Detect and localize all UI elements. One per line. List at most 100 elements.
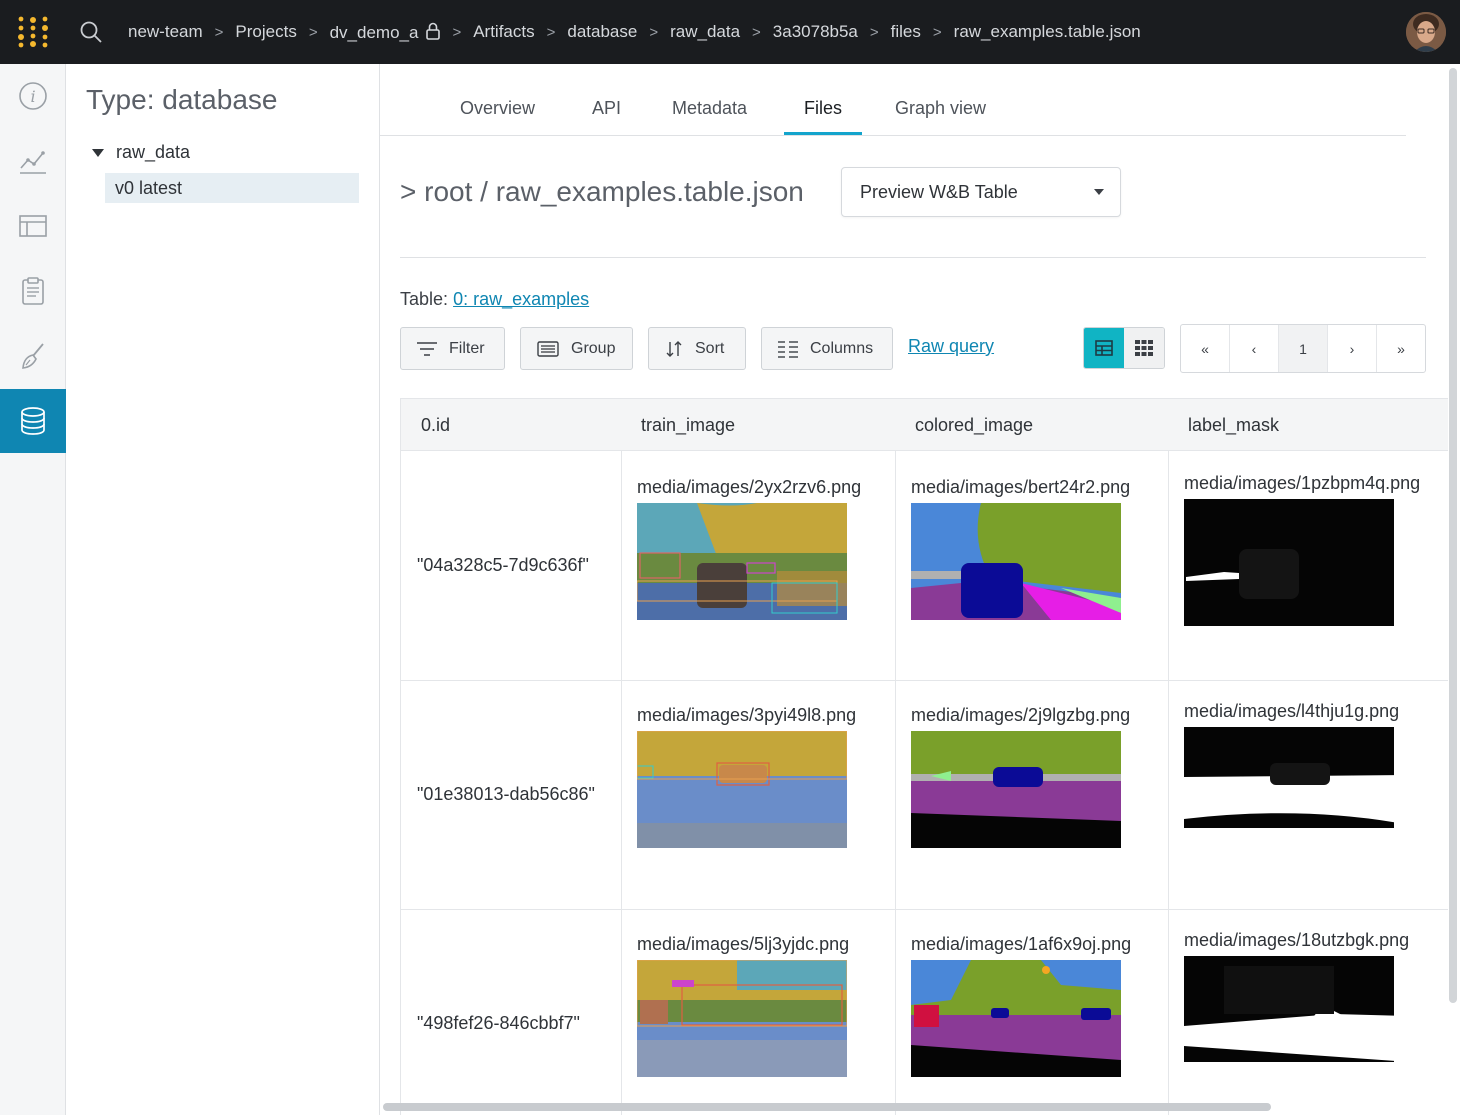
table-view-button[interactable] — [1084, 328, 1124, 368]
database-icon — [21, 407, 45, 435]
train-image-thumbnail[interactable] — [637, 503, 847, 620]
breadcrumb-files[interactable]: files — [891, 22, 921, 42]
street-scene-annotated-image — [637, 503, 847, 620]
grid-view-button[interactable] — [1124, 328, 1164, 368]
cell-id: "04a328c5-7d9c636f" — [417, 555, 589, 575]
column-header-colored-image[interactable]: colored_image — [915, 415, 1033, 436]
group-button[interactable]: Group — [520, 327, 633, 370]
file-path-title: > root / raw_examples.table.json — [400, 176, 804, 207]
rail-sweeps[interactable] — [0, 324, 66, 388]
row-divider — [401, 909, 1448, 910]
columns-button[interactable]: Columns — [761, 327, 893, 370]
column-divider — [621, 451, 622, 1115]
breadcrumb-project[interactable]: dv_demo_a — [330, 22, 441, 43]
chart-line-icon — [20, 151, 46, 174]
colored-image-thumbnail[interactable] — [911, 503, 1121, 620]
caret-down-icon[interactable] — [92, 148, 104, 157]
colored-image-thumbnail[interactable] — [911, 731, 1121, 848]
table-icon — [19, 215, 47, 237]
column-header-train-image[interactable]: train_image — [641, 415, 735, 436]
table-label-prefix: Table: — [400, 289, 449, 309]
wandb-logo-icon[interactable] — [16, 15, 50, 49]
next-page-button[interactable]: › — [1328, 325, 1377, 372]
active-tab-indicator — [784, 132, 862, 135]
main-content: Overview API Metadata Files Graph view >… — [380, 64, 1448, 1115]
sort-label: Sort — [695, 339, 725, 357]
breadcrumb-projects[interactable]: Projects — [235, 22, 296, 42]
columns-label: Columns — [810, 339, 874, 357]
column-header-label-mask[interactable]: label_mask — [1188, 415, 1279, 436]
rail-tables[interactable] — [0, 194, 66, 258]
vertical-scrollbar[interactable] — [1449, 68, 1457, 1003]
preview-mode-select[interactable]: Preview W&B Table — [841, 167, 1121, 217]
chevron-right-icon: > — [869, 23, 879, 41]
group-label: Group — [571, 339, 616, 357]
label-mask-image — [1184, 956, 1394, 1062]
tab-metadata[interactable]: Metadata — [672, 98, 747, 119]
tree-title: Type: database — [86, 84, 278, 115]
filter-button[interactable]: Filter — [400, 327, 505, 370]
label-mask-thumbnail[interactable] — [1184, 956, 1394, 1062]
breadcrumb-artifact-type[interactable]: database — [567, 22, 637, 42]
street-scene-annotated-image — [637, 731, 847, 848]
divider — [400, 257, 1426, 258]
last-page-button[interactable]: » — [1377, 325, 1425, 372]
breadcrumb-file[interactable]: raw_examples.table.json — [954, 22, 1141, 42]
table-label: Table: 0: raw_examples — [400, 289, 589, 310]
tree-node-raw-data[interactable]: raw_data — [92, 142, 190, 163]
rail-reports[interactable] — [0, 259, 66, 323]
cell-train-image-path: media/images/2yx2rzv6.png — [637, 477, 862, 497]
chevron-right-icon: > — [452, 23, 462, 41]
chevron-right-icon: > — [649, 23, 659, 41]
train-image-thumbnail[interactable] — [637, 960, 847, 1077]
raw-query-link[interactable]: Raw query — [908, 336, 994, 357]
cell-id: "01e38013-dab56c86" — [417, 784, 595, 804]
label-mask-thumbnail[interactable] — [1184, 727, 1394, 828]
tab-overview[interactable]: Overview — [460, 98, 535, 119]
breadcrumb-team[interactable]: new-team — [128, 22, 203, 42]
columns-icon — [778, 340, 798, 358]
train-image-thumbnail[interactable] — [637, 731, 847, 848]
info-icon: i — [19, 82, 47, 110]
tab-files[interactable]: Files — [804, 98, 842, 119]
avatar-portrait-icon — [1406, 12, 1446, 52]
table-header: 0.id train_image colored_image label_mas… — [401, 399, 1448, 451]
filter-label: Filter — [449, 339, 485, 357]
cell-colored-image-path: media/images/bert24r2.png — [911, 477, 1131, 497]
breadcrumb-version[interactable]: 3a3078b5a — [773, 22, 858, 42]
grid-view-icon — [1135, 340, 1153, 356]
tab-graph-view[interactable]: Graph view — [895, 98, 986, 119]
current-page[interactable]: 1 — [1279, 325, 1328, 372]
brush-icon — [22, 343, 44, 369]
sort-button[interactable]: Sort — [648, 327, 746, 370]
search-icon[interactable] — [79, 20, 103, 44]
rail-overview[interactable]: i — [0, 64, 66, 128]
rail-artifacts[interactable] — [0, 389, 66, 453]
results-table: 0.id train_image colored_image label_mas… — [400, 398, 1448, 1115]
breadcrumb-artifacts[interactable]: Artifacts — [473, 22, 534, 42]
column-header-id[interactable]: 0.id — [421, 415, 450, 436]
tab-bar: Overview API Metadata Files Graph view — [380, 64, 1406, 136]
tree-leaf-version[interactable]: v0 latest — [105, 173, 359, 203]
label-mask-thumbnail[interactable] — [1184, 499, 1394, 626]
cell-train-image-path: media/images/3pyi49l8.png — [637, 705, 857, 725]
horizontal-scrollbar[interactable] — [383, 1103, 1271, 1111]
filter-icon — [417, 341, 437, 356]
preview-mode-value: Preview W&B Table — [860, 182, 1018, 202]
colored-image-thumbnail[interactable] — [911, 960, 1121, 1077]
segmentation-colored-image — [911, 503, 1121, 620]
tab-api[interactable]: API — [592, 98, 621, 119]
chevron-right-icon: > — [752, 23, 761, 41]
breadcrumb-artifact-name[interactable]: raw_data — [670, 22, 740, 42]
chevron-right-icon: > — [546, 23, 556, 41]
first-page-button[interactable]: « — [1181, 325, 1230, 372]
rail-charts[interactable] — [0, 129, 66, 193]
column-divider — [895, 451, 896, 1115]
tree-node-label: raw_data — [116, 142, 191, 162]
table-link[interactable]: 0: raw_examples — [453, 289, 589, 309]
user-avatar[interactable] — [1406, 12, 1446, 52]
prev-page-button[interactable]: ‹ — [1230, 325, 1279, 372]
chevron-right-icon: > — [932, 23, 942, 41]
label-mask-image — [1184, 727, 1394, 828]
chevron-right-icon: > — [308, 23, 318, 41]
